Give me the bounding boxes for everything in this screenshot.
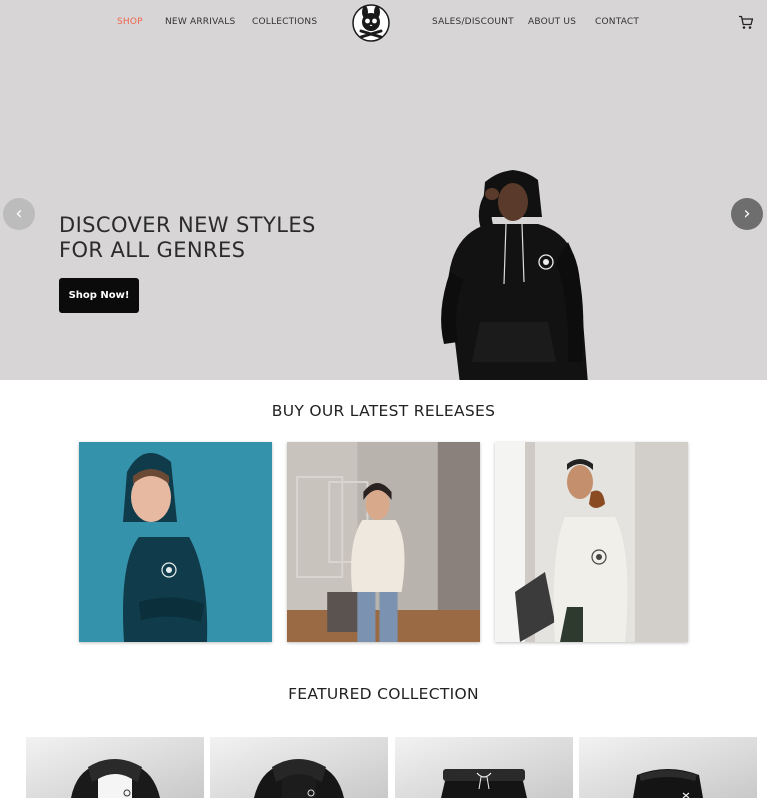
nav-about-us[interactable]: ABOUT US xyxy=(528,17,576,27)
skull-bunny-logo-icon[interactable] xyxy=(352,4,390,42)
black-hoodie-product-image xyxy=(210,737,388,798)
site-header: SHOP NEW ARRIVALS COLLECTIONS SALES/DISC… xyxy=(0,0,767,46)
nav-new-arrivals[interactable]: NEW ARRIVALS xyxy=(165,17,235,27)
latest-releases-title: BUY OUR LATEST RELEASES xyxy=(271,402,496,420)
white-black-hoodie-product-image xyxy=(26,737,204,798)
carousel-next-button[interactable]: › xyxy=(731,198,763,230)
shopping-cart-icon[interactable] xyxy=(738,15,754,30)
hero-model-black-hoodie-image xyxy=(441,170,588,380)
nav-contact[interactable]: CONTACT xyxy=(595,17,639,27)
release-card-1[interactable] xyxy=(79,442,272,642)
nav-shop[interactable]: SHOP xyxy=(117,17,143,27)
boy-in-dark-teal-hoodie-photo xyxy=(79,442,272,642)
woman-in-cream-hoodie-photo xyxy=(287,442,480,642)
black-joggers-product-image xyxy=(395,737,573,798)
carousel-prev-button[interactable]: ‹ xyxy=(3,198,35,230)
hero-title: DISCOVER NEW STYLES FOR ALL GENRES xyxy=(59,213,316,262)
product-card-1[interactable] xyxy=(26,737,204,798)
product-card-3[interactable] xyxy=(395,737,573,798)
nav-collections[interactable]: COLLECTIONS xyxy=(252,17,317,27)
product-card-2[interactable] xyxy=(210,737,388,798)
release-card-2[interactable] xyxy=(287,442,480,642)
release-card-3[interactable] xyxy=(495,442,688,642)
nav-sales-discount[interactable]: SALES/DISCOUNT xyxy=(432,17,514,27)
black-leggings-product-image xyxy=(579,737,757,798)
product-card-4[interactable] xyxy=(579,737,757,798)
featured-collection-title: FEATURED COLLECTION xyxy=(288,685,479,703)
man-in-white-puffer-jacket-photo xyxy=(495,442,688,642)
hero-banner: ‹ DISCOVER NEW STYLES FOR ALL GENRES Sho… xyxy=(0,46,767,380)
shop-now-button[interactable]: Shop Now! xyxy=(59,278,139,313)
